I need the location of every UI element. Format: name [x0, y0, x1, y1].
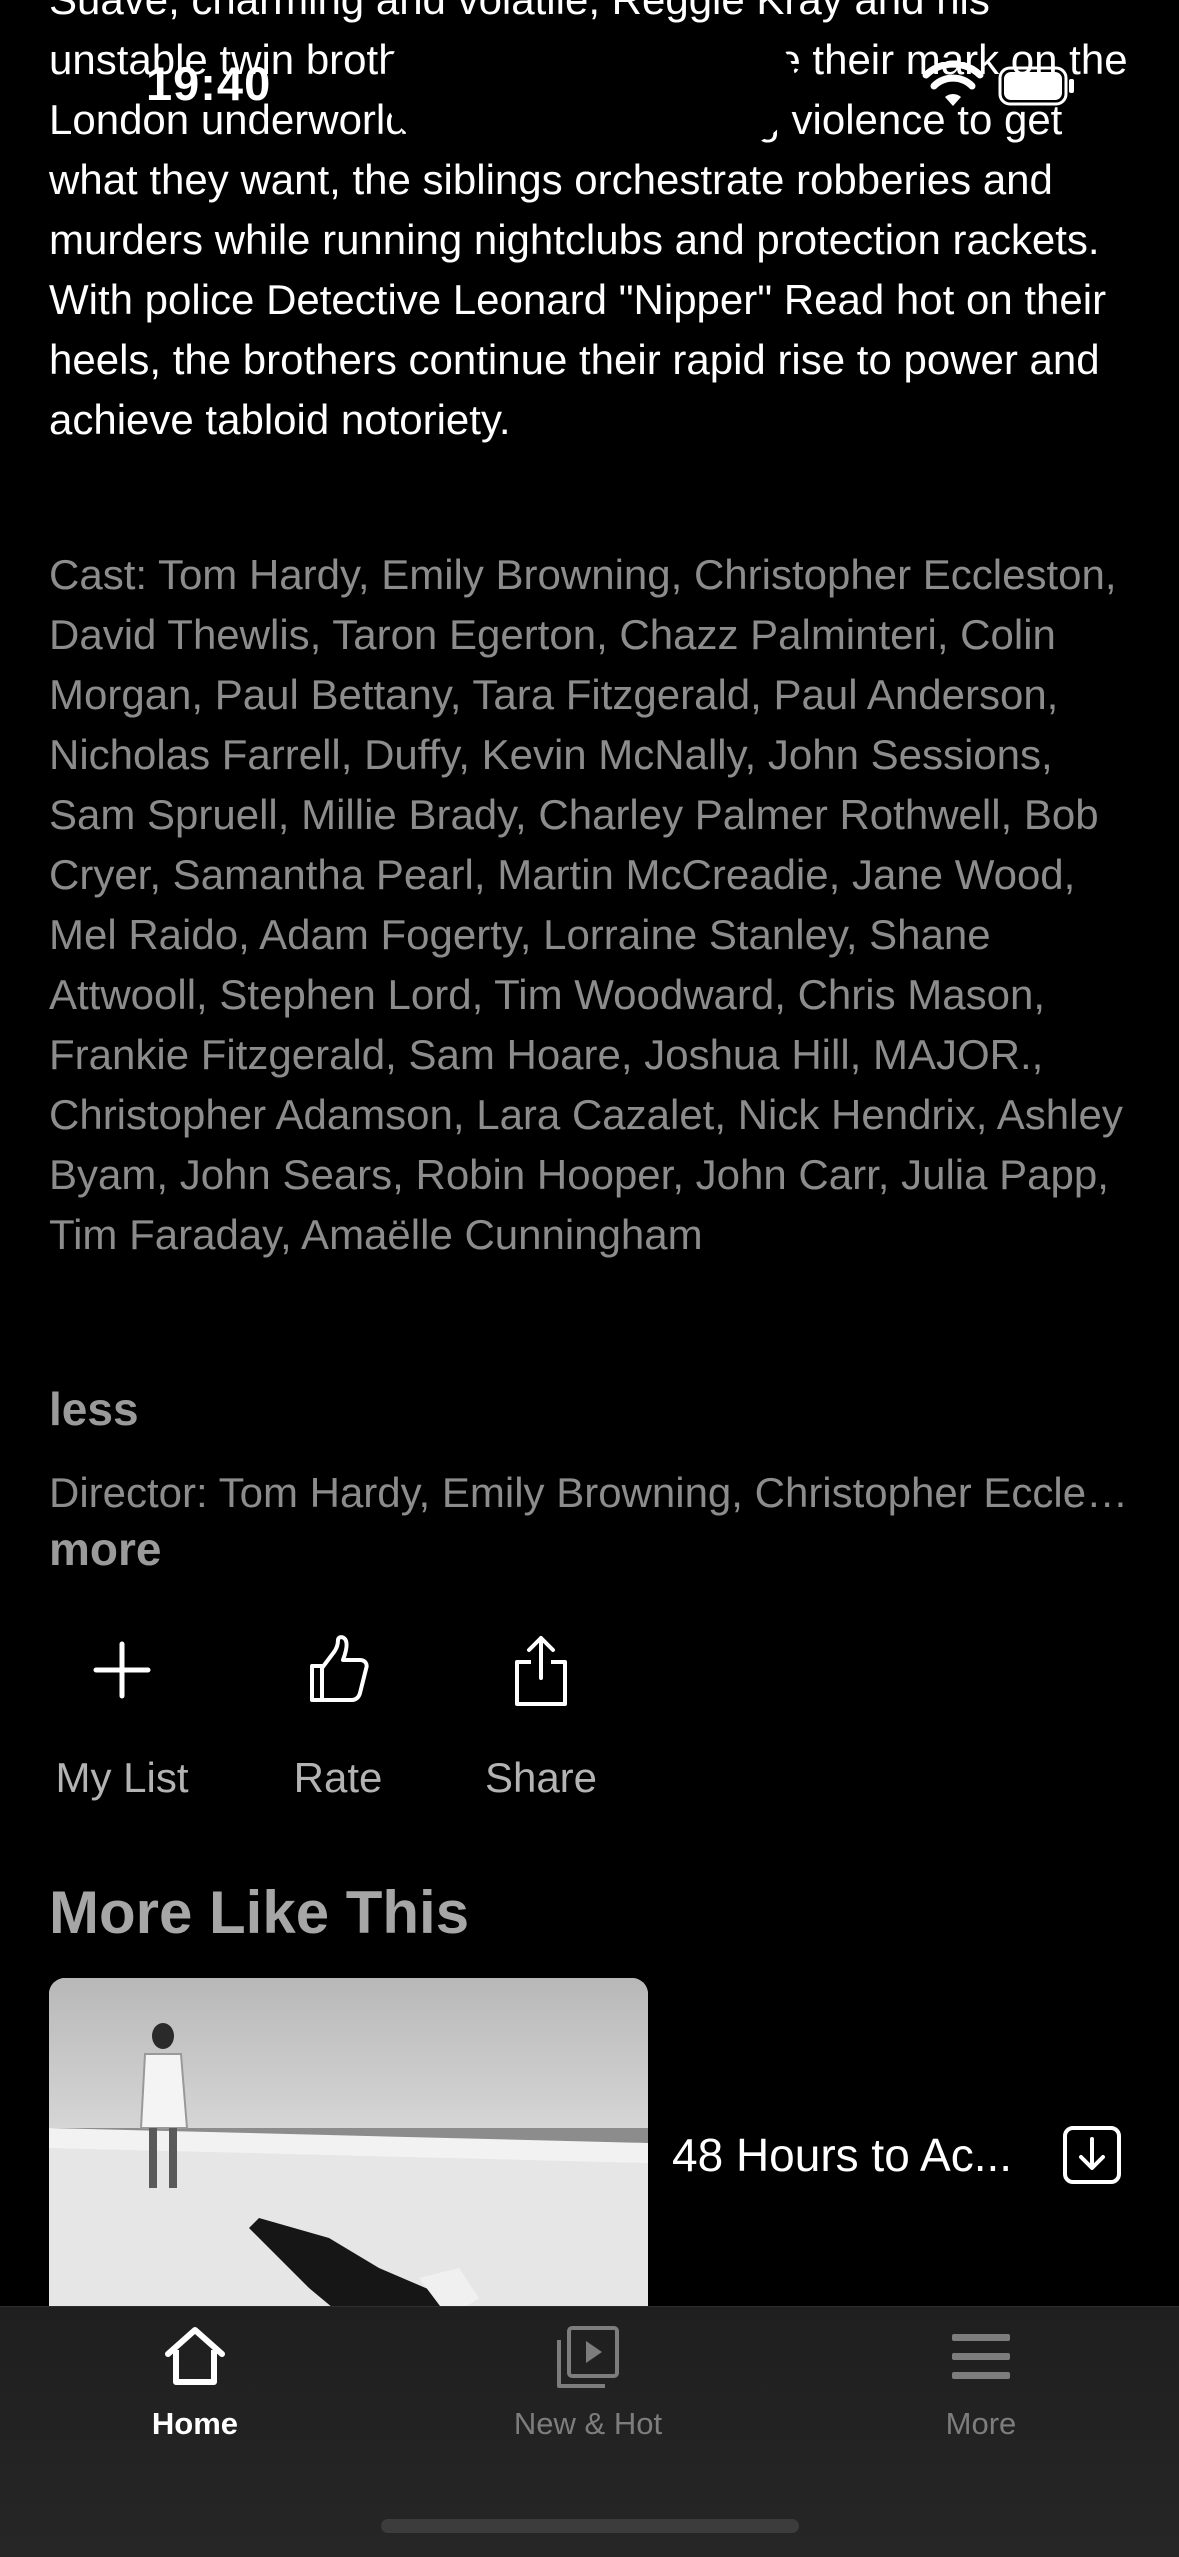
thumbs-up-icon [310, 1635, 369, 1702]
menu-icon [952, 2334, 1010, 2379]
director-text: Director: Tom Hardy, Emily Browning, Chr… [49, 1469, 1129, 1516]
my-list-button[interactable]: My List [27, 1630, 217, 1802]
more-like-this-title: More Like This [49, 1879, 470, 1946]
tab-more[interactable]: More [851, 2322, 1111, 2442]
tab-more-label: More [945, 2406, 1017, 2441]
home-icon [165, 2327, 225, 2385]
battery-icon [998, 66, 1074, 106]
dynamic-island [384, 26, 796, 146]
share-icon [515, 1636, 567, 1706]
thumbnail-image [49, 1978, 648, 2338]
less-link[interactable]: less [49, 1382, 139, 1436]
tab-new-and-hot-label: New & Hot [513, 2406, 663, 2441]
tab-home[interactable]: Home [65, 2322, 325, 2442]
tab-home-label: Home [151, 2406, 239, 2441]
recommendation-title[interactable]: 48 Hours to Ac... [672, 2128, 1012, 2182]
plus-icon [93, 1641, 151, 1699]
more-link[interactable]: more [49, 1522, 161, 1576]
share-label: Share [484, 1754, 598, 1801]
recommendation-thumbnail[interactable] [49, 1978, 648, 2338]
rate-label: Rate [293, 1754, 383, 1801]
play-stack-icon [557, 2326, 619, 2388]
tab-new-and-hot[interactable]: New & Hot [458, 2322, 718, 2442]
cast-text: Cast: Tom Hardy, Emily Browning, Christo… [49, 551, 1123, 1258]
share-button[interactable]: Share [446, 1630, 636, 1802]
home-indicator[interactable] [381, 2519, 799, 2533]
status-time: 19:40 [146, 57, 272, 110]
wifi-icon [922, 62, 984, 106]
rate-button[interactable]: Rate [243, 1630, 433, 1802]
my-list-label: My List [55, 1754, 189, 1801]
download-icon[interactable] [1062, 2125, 1122, 2185]
